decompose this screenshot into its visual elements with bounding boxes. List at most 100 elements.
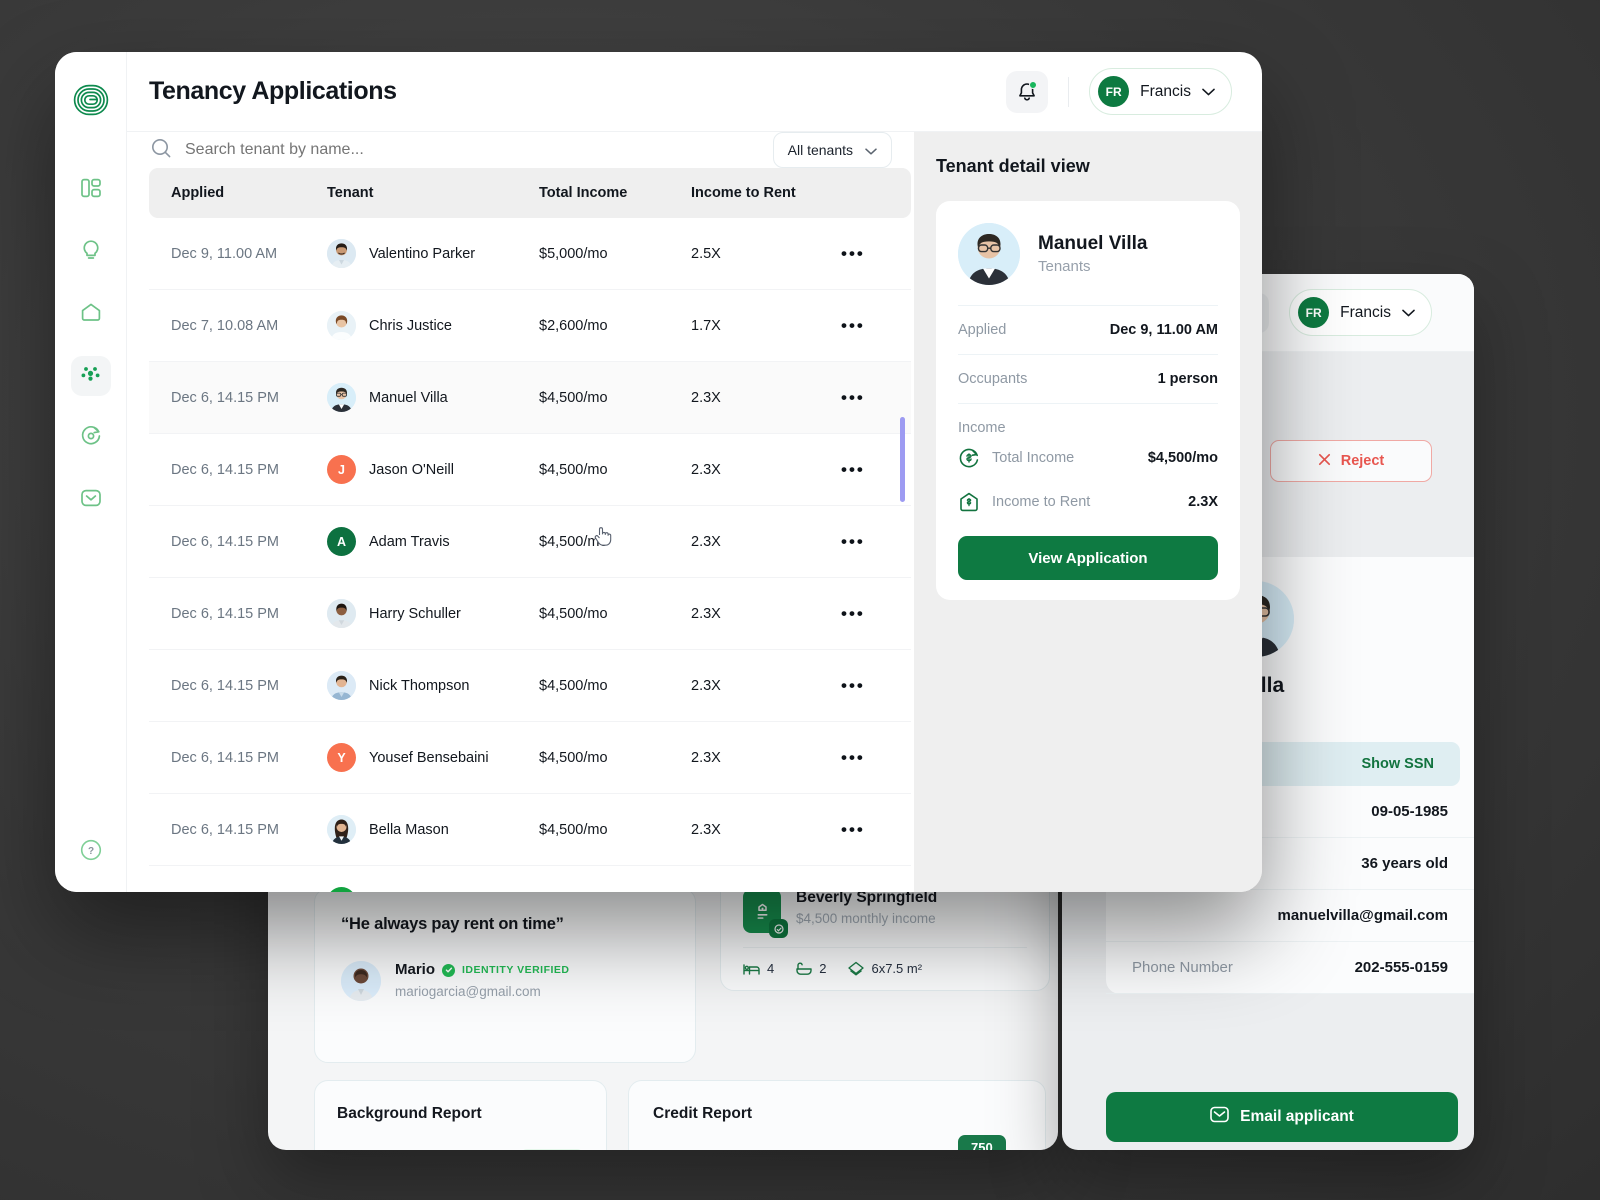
back-right-info-value: 09-05-1985 [1371, 803, 1448, 820]
property-income: $4,500 monthly income [796, 911, 936, 926]
tenant-list-pane: All tenants AppliedTenantTotal IncomeInc… [127, 132, 914, 892]
detail-tenant-name: Manuel Villa [1038, 233, 1148, 254]
reject-button[interactable]: Reject [1270, 440, 1432, 482]
back-right-info-row: manuelvilla@gmail.com [1106, 890, 1474, 942]
column-header-income-to-rent: Income to Rent [691, 168, 841, 218]
avatar [327, 671, 356, 700]
row-income-to-rent: 2.3X [691, 721, 841, 794]
sidebar-item-tenants[interactable] [70, 356, 111, 396]
row-applied: Dec 6, 14.15 PM [149, 721, 327, 794]
property-verified-icon [769, 919, 788, 938]
row-tenant: Y Yousef Bensebaini [327, 721, 539, 794]
tenant-filter-select[interactable]: All tenants [772, 132, 892, 168]
user-menu[interactable]: FR Francis [1089, 68, 1232, 115]
property-area-value: 6x7.5 m² [871, 961, 923, 976]
detail-row-label: Applied [958, 322, 1007, 338]
detail-total-income-row: Total Income $4,500/mo [958, 436, 1218, 480]
avatar [327, 815, 356, 844]
topbar: Tenancy Applications FR Francis [127, 52, 1262, 132]
mail-icon [80, 488, 102, 513]
detail-income-to-rent-row: Income to Rent 2.3X [958, 480, 1218, 524]
view-application-button[interactable]: View Application [958, 536, 1218, 580]
table-header-row: Applied Tenant Total Income Income to Rent [149, 168, 911, 218]
ssn-trace-status: Clear [520, 1149, 584, 1150]
detail-panel-title: Tenant detail view [936, 156, 1090, 176]
chevron-down-icon [1202, 83, 1215, 101]
detail-row-value: 1 person [1157, 371, 1218, 387]
tenant-reference-card: “He always pay rent on time” Mario IDENT… [314, 888, 696, 1063]
row-tenant-name: Chris Justice [369, 317, 452, 334]
detail-total-income-label: Total Income [992, 450, 1075, 466]
row-tenant-name: Valentino Parker [369, 245, 476, 262]
row-income-to-rent: 2.3X [691, 505, 841, 578]
reference-quote: “He always pay rent on time” [341, 915, 564, 933]
show-ssn-link[interactable]: Show SSN [1361, 756, 1434, 772]
sidebar-item-goals[interactable] [71, 418, 111, 458]
property-baths-count: 2 [819, 961, 827, 976]
row-income-to-rent: 1.7X [691, 289, 841, 362]
help-icon[interactable]: ? [80, 839, 102, 866]
back-right-avatar: FR [1298, 297, 1330, 328]
detail-card: Manuel Villa Tenants Applied Dec 9, 11.00… [936, 201, 1240, 600]
back-right-user-menu[interactable]: FR Francis [1289, 289, 1432, 336]
chevron-down-icon [865, 142, 877, 158]
column-header-tenant: Tenant [327, 168, 539, 218]
notifications-button[interactable] [1006, 70, 1049, 113]
table-row[interactable]: Dec 7, 10.08 AM Chris Justice $2,600/mo 1.7… [149, 289, 911, 362]
row-applied: Dec 6, 14.15 PM [149, 649, 327, 722]
row-tenant-name: Yousef Bensebaini [369, 749, 489, 766]
background-report-card: Background Report SSN Trace Clear [314, 1080, 607, 1150]
back-right-info-label: Phone Number [1132, 959, 1233, 976]
property-doc-icon [743, 889, 788, 938]
table-row[interactable]: Dec 6, 14.15 PMGGraham Bell$4,500/mo2.3X… [149, 865, 911, 892]
detail-row-label: Occupants [958, 371, 1028, 387]
verified-check-icon [442, 963, 456, 977]
table-row[interactable]: Dec 6, 14.15 PM J Jason O'Neill $4,500/mo 2.… [149, 433, 911, 506]
avatar [327, 599, 356, 628]
sidebar-item-messages[interactable] [71, 480, 111, 520]
table-row[interactable]: Dec 6, 14.15 PM Y Yousef Bensebaini $4,500/… [149, 721, 911, 794]
svg-text:?: ? [87, 846, 93, 857]
tenant-table-body: Dec 9, 11.00 AM Valentino Parker $5,000/mo… [149, 218, 911, 892]
row-actions-button[interactable]: ••• [841, 793, 911, 866]
detail-rows: Applied Dec 9, 11.00 AM Occupants 1 person [958, 305, 1218, 403]
sidebar-item-dashboard[interactable] [71, 170, 111, 210]
table-row[interactable]: Dec 6, 14.15 PM Nick Thompson $4,500/mo 2.3… [149, 649, 911, 722]
row-total-income: $4,500/mo [539, 649, 691, 722]
email-applicant-label: Email applicant [1240, 1108, 1354, 1125]
row-income-to-rent: 2.5X [691, 218, 841, 290]
back-right-info-value: manuelvilla@gmail.com [1277, 907, 1448, 924]
row-actions-button[interactable]: ••• [841, 289, 911, 362]
row-applied: Dec 6, 14.15 PM [149, 793, 327, 866]
table-row[interactable]: Dec 6, 14.15 PM Harry Schuller $4,500/mo 2.… [149, 577, 911, 650]
table-row[interactable]: Dec 6, 14.15 PM Bella Mason $4,500/mo 2.3X •… [149, 793, 911, 866]
row-income-to-rent: 2.3X [691, 865, 841, 892]
dashboard-icon [80, 177, 102, 204]
avatar: Y [327, 743, 356, 772]
table-row[interactable]: Dec 6, 14.15 PM A Adam Travis $4,500/mo 2.3X… [149, 505, 911, 578]
row-actions-button[interactable]: ••• [841, 649, 911, 722]
reference-name: Mario [395, 961, 436, 978]
avatar [327, 311, 356, 340]
row-tenant: Manuel Villa [327, 361, 539, 434]
list-scrollbar[interactable] [900, 417, 905, 502]
detail-tenant-role: Tenants [1038, 258, 1091, 275]
detail-avatar [958, 223, 1020, 285]
user-name: Francis [1140, 82, 1191, 100]
table-row[interactable]: Dec 6, 14.15 PM Manuel Villa $4,500/mo 2.3X… [149, 361, 911, 434]
sidebar-item-properties[interactable] [71, 294, 111, 334]
row-tenant: A Adam Travis [327, 505, 539, 578]
row-total-income: $5,000/mo [539, 218, 691, 290]
screen: “He always pay rent on time” Mario IDENT… [0, 0, 1600, 1200]
row-actions-button[interactable]: ••• [841, 865, 911, 892]
sidebar-item-insights[interactable] [71, 232, 111, 272]
row-actions-button[interactable]: ••• [841, 505, 911, 578]
email-applicant-button[interactable]: Email applicant [1106, 1092, 1458, 1142]
row-actions-button[interactable]: ••• [841, 218, 911, 290]
table-row[interactable]: Dec 9, 11.00 AM Valentino Parker $5,000/mo… [149, 218, 911, 290]
row-actions-button[interactable]: ••• [841, 577, 911, 650]
column-header-applied: Applied [149, 168, 327, 218]
row-actions-button[interactable]: ••• [841, 721, 911, 794]
search-input[interactable] [185, 141, 759, 159]
tenant-table-head: Applied Tenant Total Income Income to Rent [149, 168, 911, 218]
